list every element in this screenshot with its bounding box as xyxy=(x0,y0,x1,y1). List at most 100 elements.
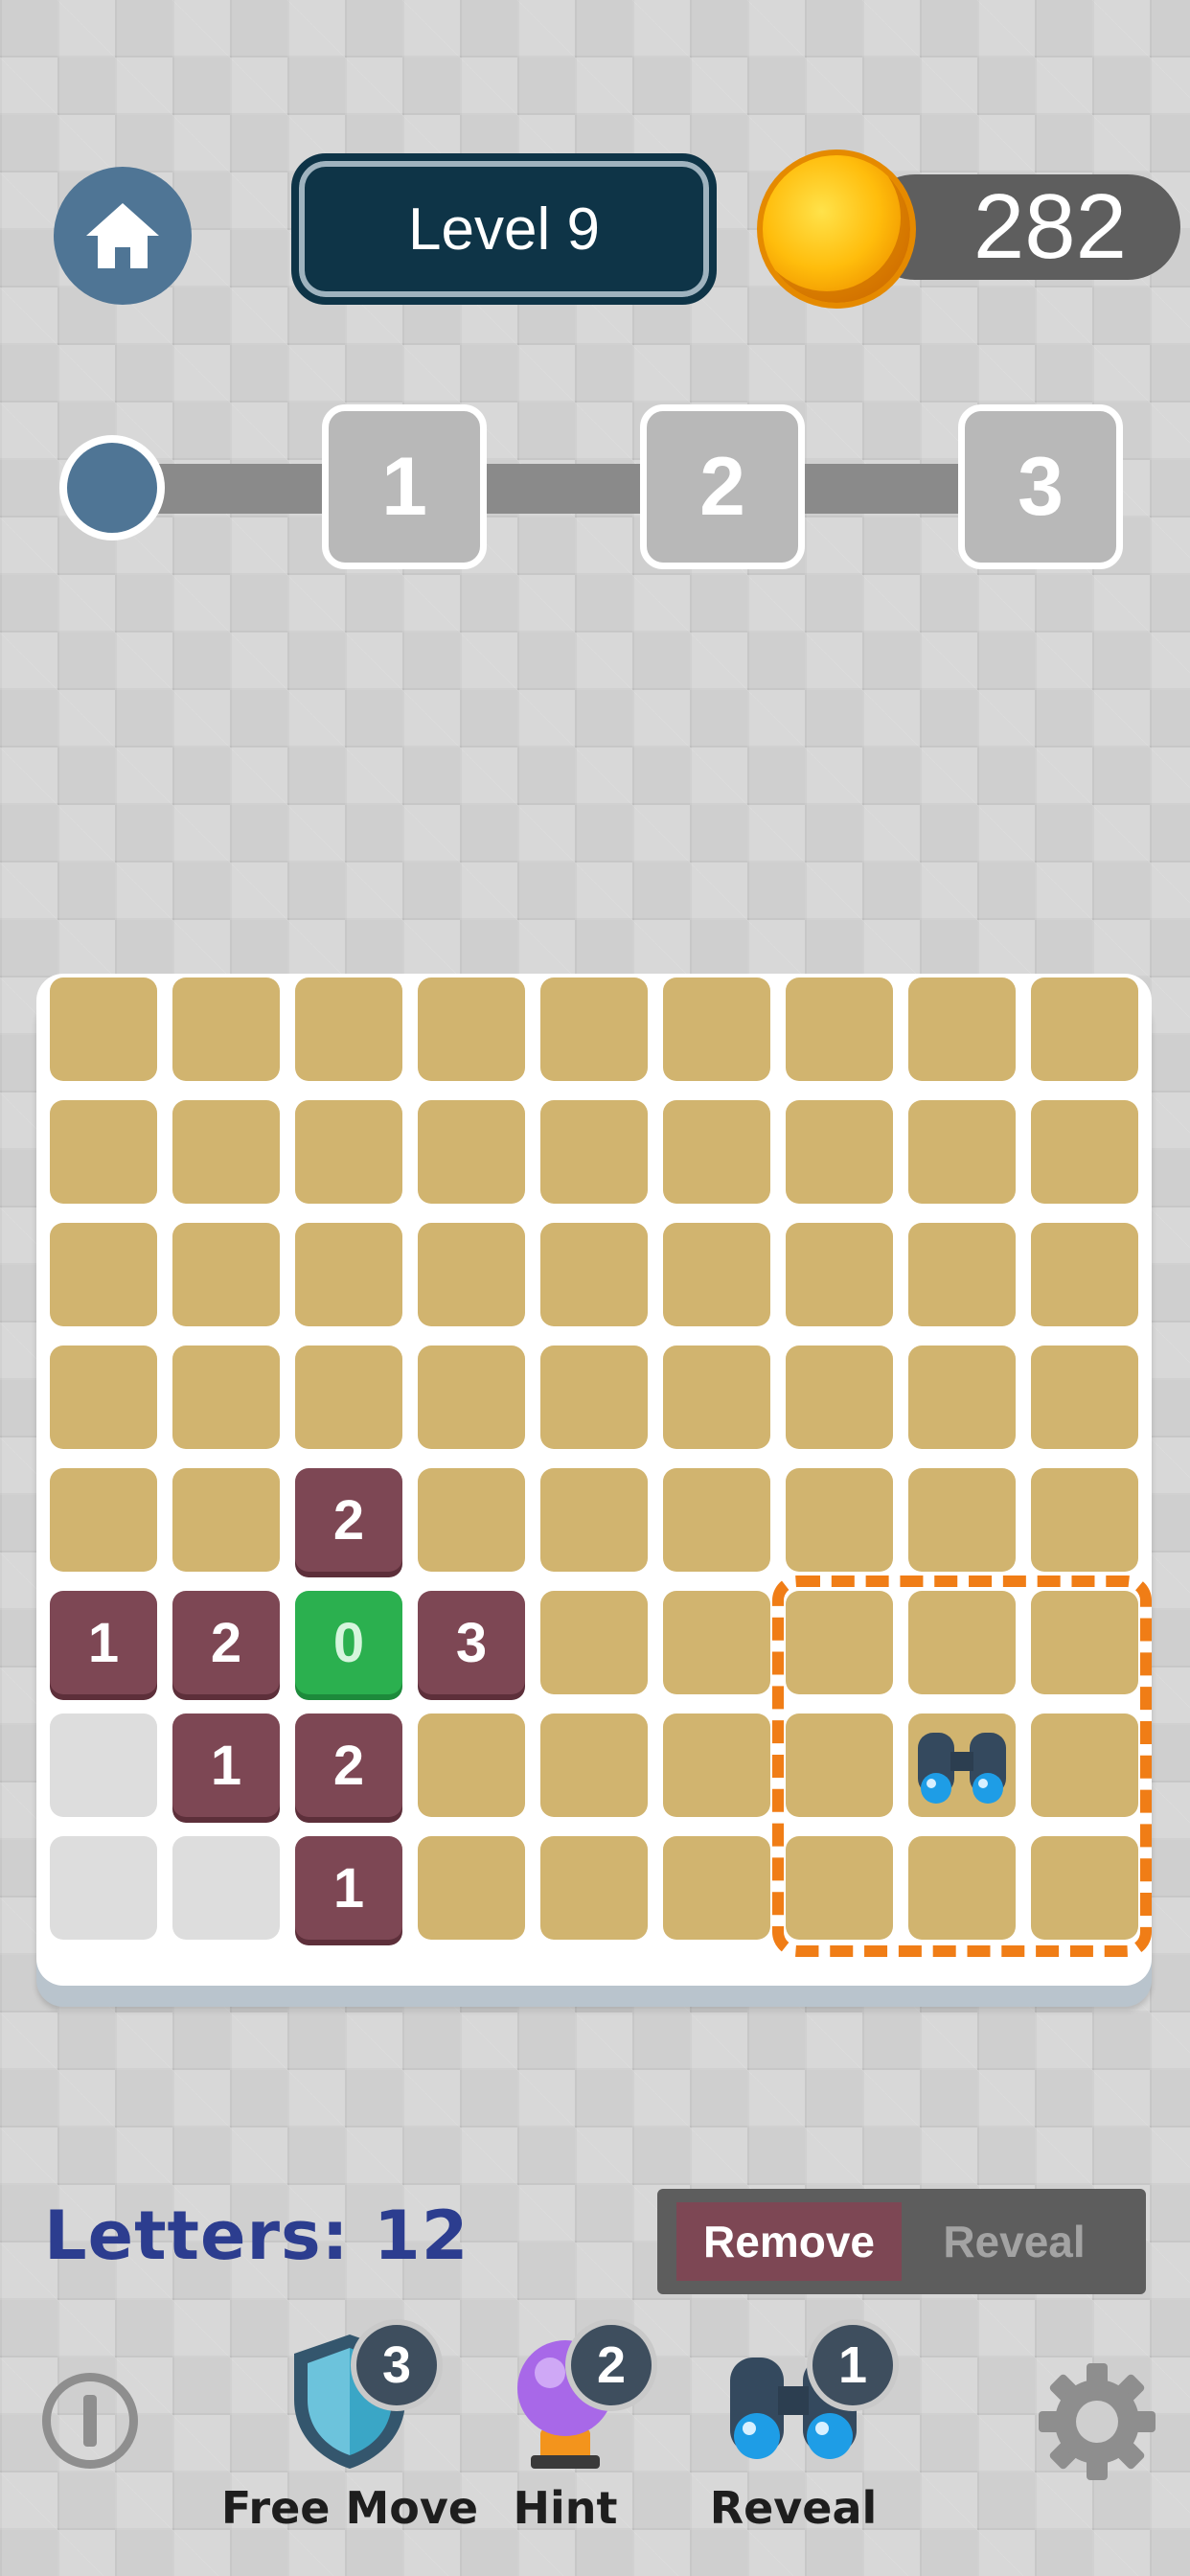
tile-number: 1 xyxy=(87,1611,120,1674)
stage-3: 3 xyxy=(958,404,1123,569)
hidden-tile[interactable] xyxy=(295,1223,402,1326)
hidden-tile[interactable] xyxy=(908,1468,1016,1572)
hidden-tile[interactable] xyxy=(540,1836,648,1940)
hidden-tile[interactable] xyxy=(786,1468,893,1572)
number-tile: 0 xyxy=(295,1591,402,1694)
number-tile: 2 xyxy=(295,1468,402,1572)
reveal-count: 1 xyxy=(837,2336,868,2394)
hidden-tile[interactable] xyxy=(50,1223,157,1326)
hint-label: Hint xyxy=(513,2482,618,2534)
tile-number: 0 xyxy=(332,1611,365,1674)
hidden-tile[interactable] xyxy=(786,1100,893,1204)
coin-count: 282 xyxy=(973,175,1127,278)
hidden-tile[interactable] xyxy=(663,1223,770,1326)
hidden-tile[interactable] xyxy=(786,1346,893,1449)
hidden-tile[interactable] xyxy=(418,1100,525,1204)
progress-start-marker xyxy=(59,435,165,540)
free-move-count-badge: 3 xyxy=(351,2319,443,2411)
hidden-tile[interactable] xyxy=(540,1100,648,1204)
level-title: Level 9 xyxy=(291,153,717,305)
hidden-tile[interactable] xyxy=(786,1223,893,1326)
empty-tile xyxy=(172,1836,280,1940)
hidden-tile[interactable] xyxy=(295,978,402,1081)
hidden-tile[interactable] xyxy=(663,1836,770,1940)
hint-count: 2 xyxy=(596,2336,627,2394)
hidden-tile[interactable] xyxy=(540,1223,648,1326)
letters-count: Letters: 12 xyxy=(44,2196,469,2275)
hidden-tile[interactable] xyxy=(540,1591,648,1694)
hidden-tile[interactable] xyxy=(1031,1100,1138,1204)
hidden-tile[interactable] xyxy=(663,1100,770,1204)
hidden-tile[interactable] xyxy=(418,1346,525,1449)
mode-remove-option[interactable]: Remove xyxy=(676,2202,902,2281)
info-button[interactable] xyxy=(42,2373,138,2469)
hidden-tile[interactable] xyxy=(663,978,770,1081)
hidden-tile[interactable] xyxy=(172,1346,280,1449)
hidden-tile[interactable] xyxy=(663,1468,770,1572)
tile-number: 2 xyxy=(332,1734,365,1797)
hidden-tile[interactable] xyxy=(172,1223,280,1326)
number-tile: 2 xyxy=(172,1591,280,1694)
mode-toggle[interactable]: Remove Reveal xyxy=(657,2189,1146,2294)
hidden-tile[interactable] xyxy=(663,1346,770,1449)
hidden-tile[interactable] xyxy=(663,1714,770,1817)
tile-number: 2 xyxy=(332,1488,365,1552)
hidden-tile[interactable] xyxy=(908,1100,1016,1204)
reveal-count-badge: 1 xyxy=(807,2319,899,2411)
hidden-tile[interactable] xyxy=(418,978,525,1081)
home-button[interactable] xyxy=(54,167,192,305)
number-tile: 3 xyxy=(418,1591,525,1694)
number-tile: 1 xyxy=(295,1836,402,1940)
number-tile: 1 xyxy=(50,1591,157,1694)
reveal-label: Reveal xyxy=(709,2482,878,2534)
free-move-label: Free Move xyxy=(220,2482,479,2534)
hidden-tile[interactable] xyxy=(1031,978,1138,1081)
level-label: Level 9 xyxy=(408,196,600,263)
stage-label: 2 xyxy=(699,440,745,533)
stage-label: 1 xyxy=(381,440,427,533)
hidden-tile[interactable] xyxy=(908,1223,1016,1326)
hidden-tile[interactable] xyxy=(50,1346,157,1449)
hidden-tile[interactable] xyxy=(786,978,893,1081)
hidden-tile[interactable] xyxy=(50,1100,157,1204)
tile-number: 2 xyxy=(210,1611,242,1674)
empty-tile xyxy=(50,1714,157,1817)
home-icon xyxy=(86,203,159,268)
coin-icon xyxy=(757,150,916,309)
hidden-tile[interactable] xyxy=(663,1591,770,1694)
hidden-tile[interactable] xyxy=(540,1468,648,1572)
stage-label: 3 xyxy=(1018,440,1064,533)
hidden-tile[interactable] xyxy=(540,1346,648,1449)
hidden-tile[interactable] xyxy=(1031,1223,1138,1326)
hidden-tile[interactable] xyxy=(1031,1346,1138,1449)
hidden-tile[interactable] xyxy=(172,1468,280,1572)
hidden-tile[interactable] xyxy=(172,1100,280,1204)
stage-2: 2 xyxy=(640,404,805,569)
hint-count-badge: 2 xyxy=(565,2319,657,2411)
hidden-tile[interactable] xyxy=(908,1346,1016,1449)
progress-track xyxy=(105,464,987,514)
hidden-tile[interactable] xyxy=(295,1346,402,1449)
empty-tile xyxy=(50,1836,157,1940)
hidden-tile[interactable] xyxy=(172,978,280,1081)
hidden-tile[interactable] xyxy=(540,1714,648,1817)
hidden-tile[interactable] xyxy=(418,1836,525,1940)
hidden-tile[interactable] xyxy=(418,1714,525,1817)
number-tile: 1 xyxy=(172,1714,280,1817)
settings-button[interactable] xyxy=(1035,2359,1159,2489)
hidden-tile[interactable] xyxy=(908,978,1016,1081)
hidden-tile[interactable] xyxy=(50,978,157,1081)
tile-number: 1 xyxy=(332,1856,365,1920)
gear-icon xyxy=(1039,2363,1156,2480)
hidden-tile[interactable] xyxy=(418,1223,525,1326)
hidden-tile[interactable] xyxy=(50,1468,157,1572)
hidden-tile[interactable] xyxy=(295,1100,402,1204)
hidden-tile[interactable] xyxy=(418,1468,525,1572)
tile-number: 3 xyxy=(455,1611,488,1674)
mode-reveal-option[interactable]: Reveal xyxy=(902,2202,1127,2281)
reveal-area-highlight xyxy=(772,1576,1152,1957)
stage-1: 1 xyxy=(322,404,487,569)
hidden-tile[interactable] xyxy=(1031,1468,1138,1572)
hidden-tile[interactable] xyxy=(540,978,648,1081)
info-icon xyxy=(83,2395,97,2447)
